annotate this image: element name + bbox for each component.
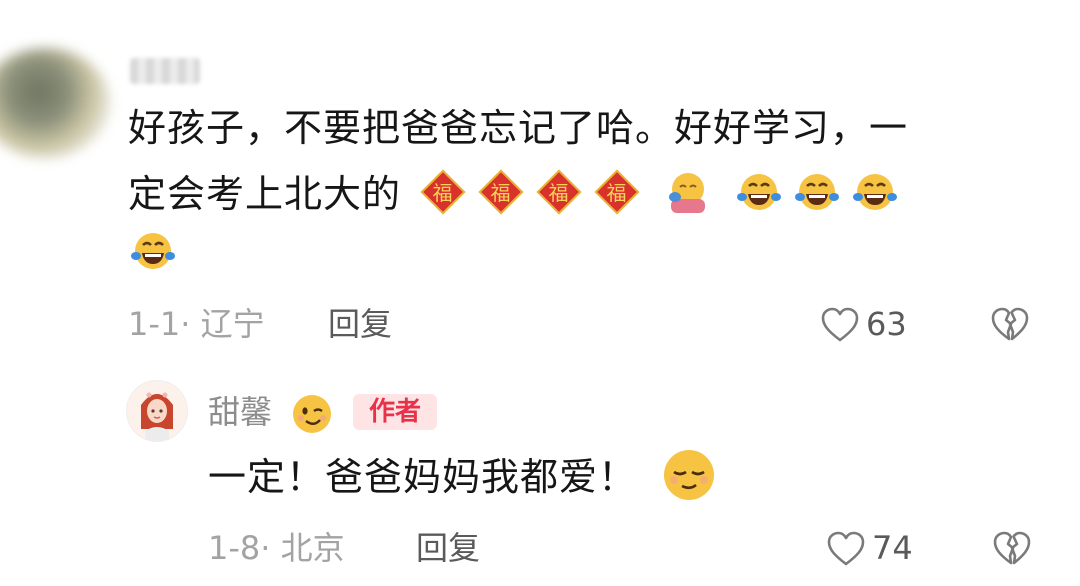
fu-emoji-icon: 福: [478, 169, 524, 215]
heart-outline-icon[interactable]: [826, 530, 866, 568]
fu-emoji-icon: 福: [594, 169, 640, 215]
comment-text-line-3: [130, 228, 176, 274]
svg-text:福: 福: [607, 181, 628, 205]
author-avatar[interactable]: [126, 380, 188, 442]
author-badge: 作者: [353, 394, 437, 430]
commenter-name-blurred[interactable]: [130, 58, 200, 84]
svg-text:福: 福: [433, 181, 454, 205]
fu-emoji-icon: 福: [536, 169, 582, 215]
svg-text:福: 福: [549, 181, 570, 205]
commenter-avatar[interactable]: [0, 48, 110, 158]
broken-heart-icon[interactable]: [990, 306, 1030, 344]
comment-text: 定会考上北大的: [128, 172, 402, 216]
comment-meta: 1-1· 辽宁: [128, 304, 265, 344]
laugh-tears-emoji-icon: [737, 174, 782, 210]
comment-text-line-2: 定会考上北大的 福 福 福 福: [128, 164, 1028, 224]
comment-text-line-1: 好孩子，不要把爸爸忘记了哈。好好学习，一: [128, 98, 1028, 158]
reply-date: 1-8·: [208, 529, 271, 567]
reply-location: 北京: [280, 529, 345, 567]
reply-reply-button[interactable]: 回复: [416, 528, 480, 568]
reply-text-line: 一定！爸爸妈妈我都爱！: [208, 446, 724, 507]
laugh-tears-emoji-icon: [853, 174, 898, 210]
svg-text:福: 福: [491, 181, 512, 205]
laugh-tears-emoji-icon: [795, 174, 840, 210]
wink-emoji-icon: [293, 395, 331, 433]
like-count: 63: [866, 305, 907, 343]
reply-meta: 1-8· 北京: [208, 528, 345, 568]
author-name[interactable]: 甜馨: [208, 392, 272, 432]
comment-date: 1-1·: [128, 305, 191, 343]
comment-location: 辽宁: [200, 305, 265, 343]
hug-emoji-icon: [669, 173, 706, 213]
heart-outline-icon[interactable]: [820, 306, 860, 344]
reply-text: 一定！爸爸妈妈我都爱！: [208, 455, 638, 499]
reply-like-count: 74: [872, 529, 913, 567]
fu-emoji-icon: 福: [420, 169, 466, 215]
laugh-tears-emoji-icon: [131, 233, 175, 269]
comment-reply-button[interactable]: 回复: [328, 304, 392, 344]
broken-heart-icon[interactable]: [992, 530, 1032, 568]
content-smile-emoji-icon: [664, 450, 715, 500]
comment-text: 好孩子，不要把爸爸忘记了哈。好好学习，一: [128, 106, 909, 150]
